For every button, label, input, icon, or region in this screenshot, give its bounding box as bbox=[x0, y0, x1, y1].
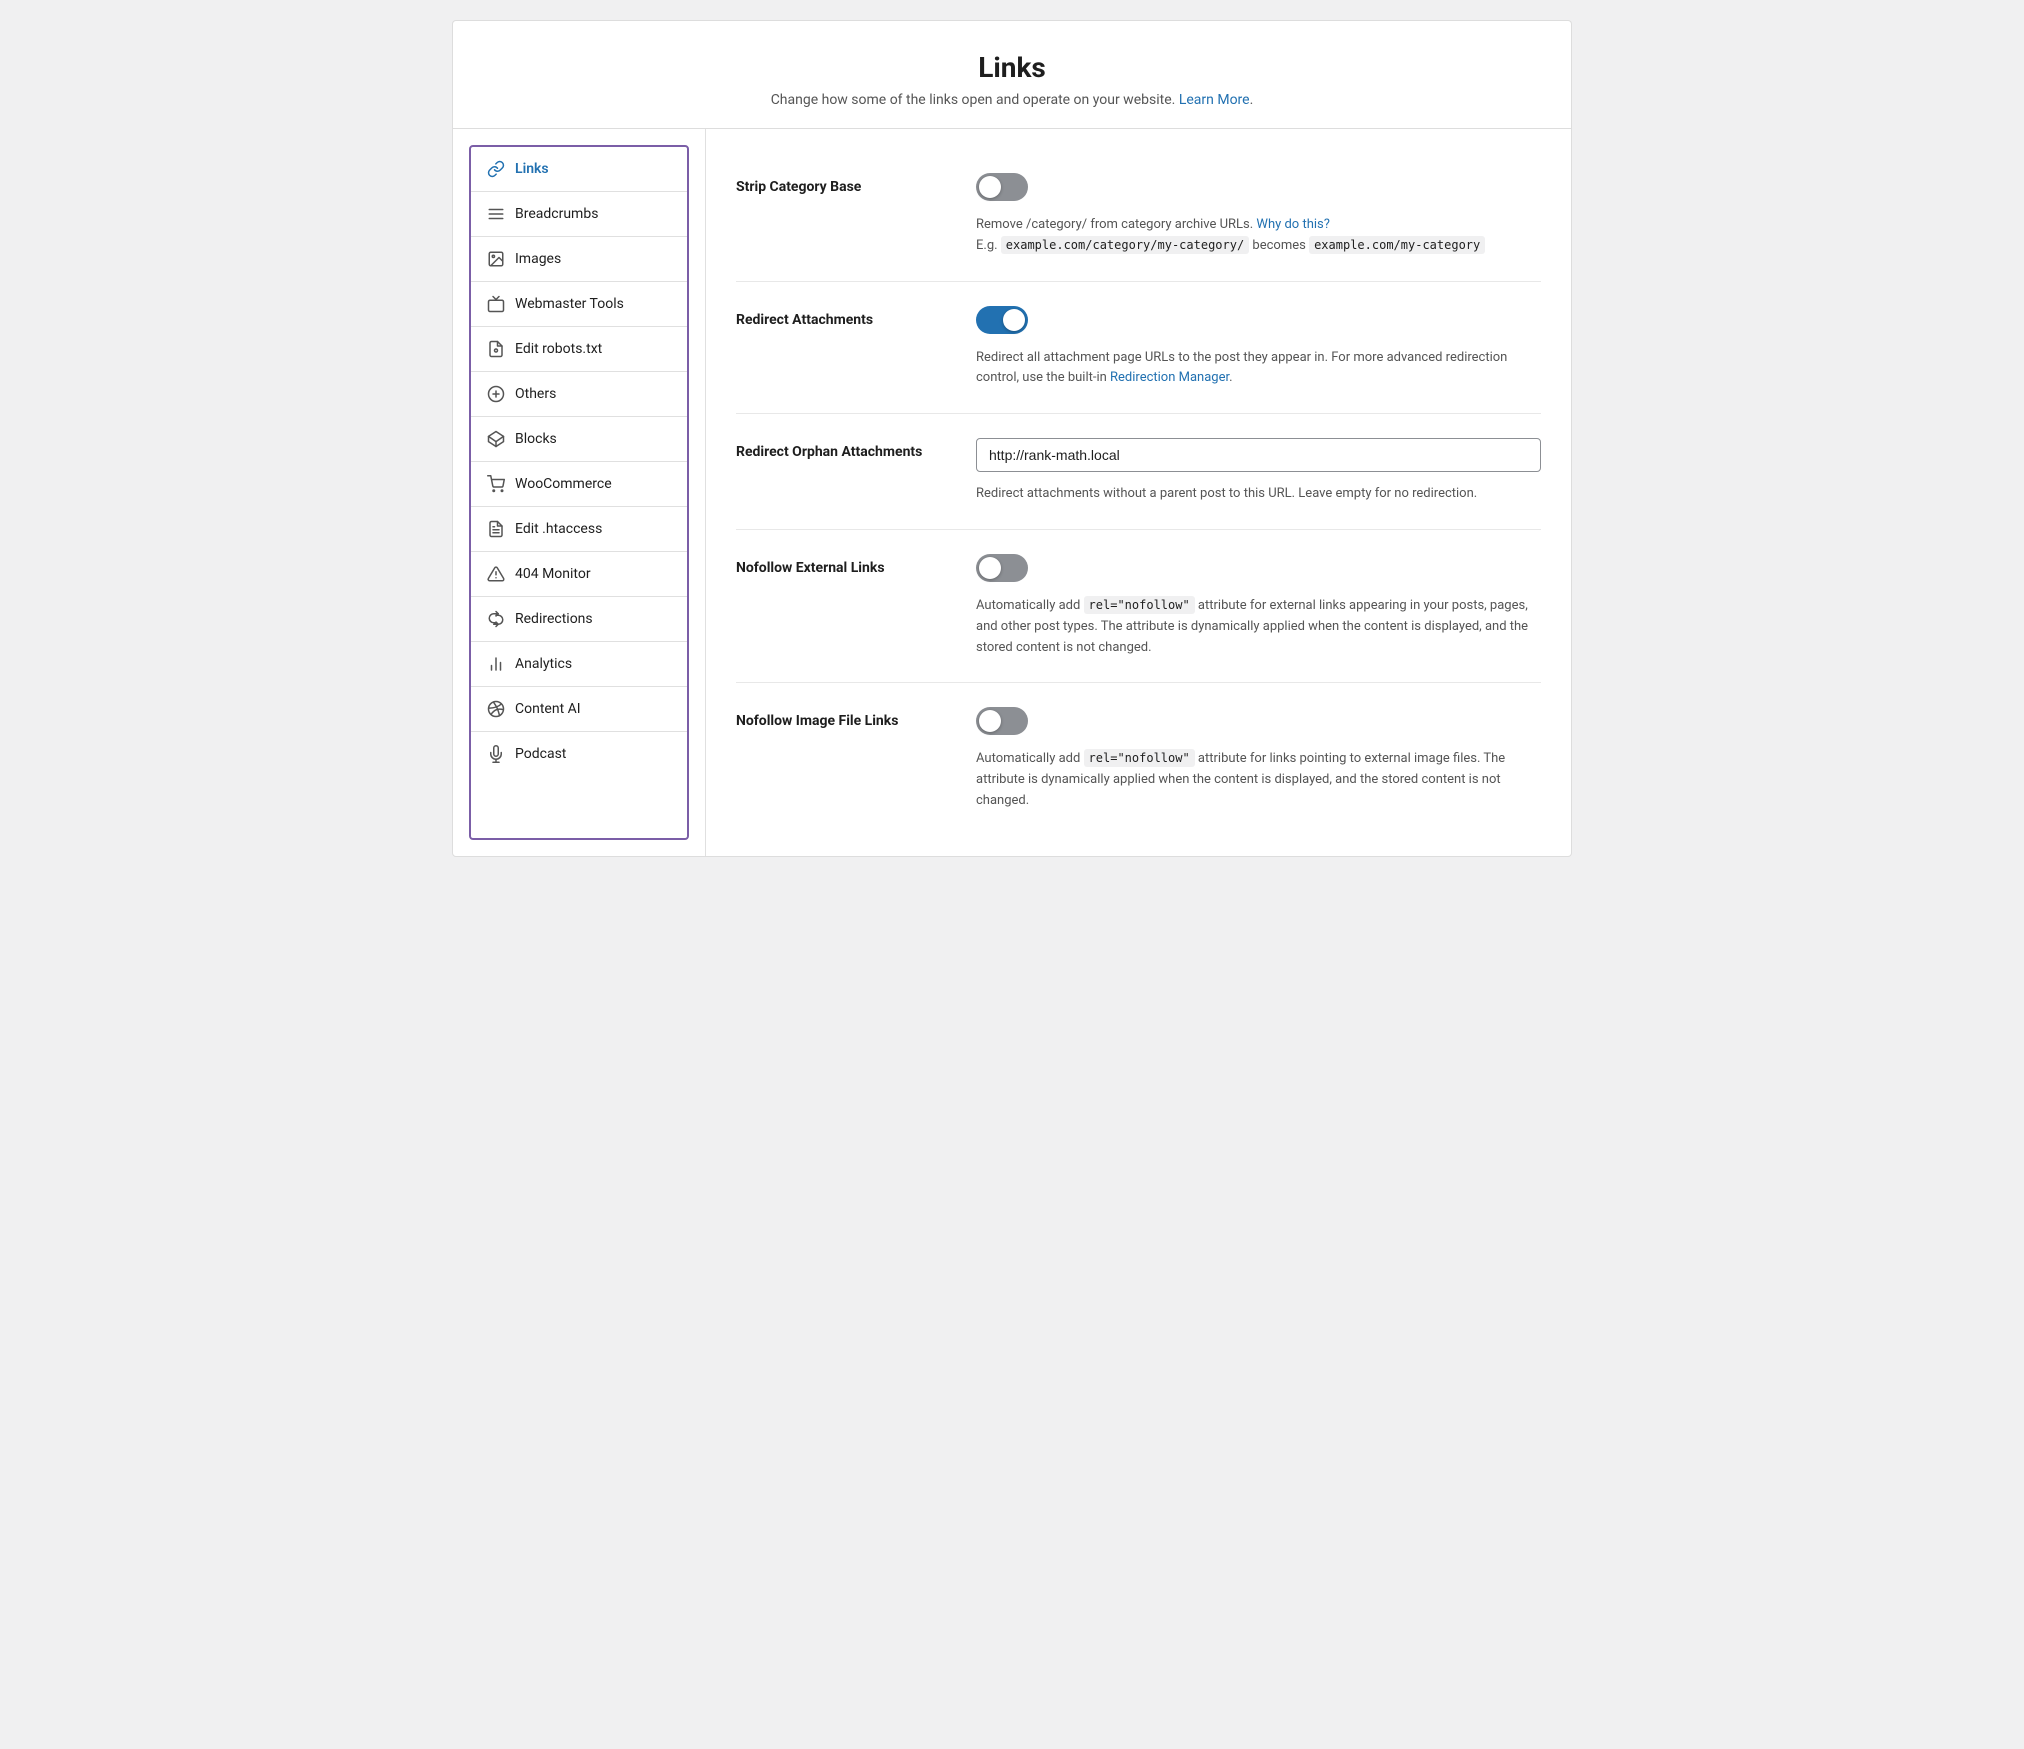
links-icon bbox=[487, 160, 505, 178]
toggle-redirect-attachments-wrapper bbox=[976, 306, 1028, 334]
toggle-strip-category[interactable] bbox=[976, 173, 1028, 201]
page-title: Links bbox=[473, 51, 1551, 84]
woo-icon bbox=[487, 475, 505, 493]
sidebar-label-images: Images bbox=[515, 251, 561, 267]
breadcrumbs-icon bbox=[487, 205, 505, 223]
redirect-orphan-input[interactable] bbox=[976, 438, 1541, 472]
sidebar-item-analytics[interactable]: Analytics bbox=[471, 642, 687, 687]
toggle-strip-category-wrapper bbox=[976, 173, 1028, 201]
sidebar-item-content-ai[interactable]: Content AI bbox=[471, 687, 687, 732]
sidebar-item-images[interactable]: Images bbox=[471, 237, 687, 282]
sidebar-label-blocks: Blocks bbox=[515, 431, 557, 447]
redirect-orphan-desc: Redirect attachments without a parent po… bbox=[976, 484, 1541, 505]
toggle-track-on bbox=[976, 306, 1028, 334]
podcast-icon bbox=[487, 745, 505, 763]
sidebar-item-breadcrumbs[interactable]: Breadcrumbs bbox=[471, 192, 687, 237]
why-do-this-link[interactable]: Why do this? bbox=[1256, 217, 1329, 232]
toggle-thumb bbox=[979, 176, 1001, 198]
sidebar-label-breadcrumbs: Breadcrumbs bbox=[515, 206, 598, 222]
toggle-thumb bbox=[1003, 309, 1025, 331]
sidebar-item-redirections[interactable]: Redirections bbox=[471, 597, 687, 642]
main-content: Strip Category Base Remove /category/ fr… bbox=[705, 129, 1571, 856]
images-icon bbox=[487, 250, 505, 268]
page-subtitle: Change how some of the links open and op… bbox=[473, 92, 1551, 108]
sidebar-label-webmaster: Webmaster Tools bbox=[515, 296, 624, 312]
nofollow-image-desc: Automatically add rel="nofollow" attribu… bbox=[976, 749, 1541, 811]
toggle-nofollow-external[interactable] bbox=[976, 554, 1028, 582]
sidebar-label-podcast: Podcast bbox=[515, 746, 566, 762]
content-ai-icon bbox=[487, 700, 505, 718]
toggle-thumb bbox=[979, 710, 1001, 732]
toggle-thumb bbox=[979, 557, 1001, 579]
sidebar-label-404: 404 Monitor bbox=[515, 566, 591, 582]
toggle-track bbox=[976, 173, 1028, 201]
sidebar: Links Breadcrumbs bbox=[469, 145, 689, 840]
blocks-icon bbox=[487, 430, 505, 448]
setting-control-redirect-attachments: Redirect all attachment page URLs to the… bbox=[976, 306, 1541, 390]
strip-category-desc: Remove /category/ from category archive … bbox=[976, 215, 1541, 257]
redirection-manager-link[interactable]: Redirection Manager bbox=[1110, 370, 1229, 385]
sidebar-label-robots: Edit robots.txt bbox=[515, 341, 602, 357]
setting-label-nofollow-external: Nofollow External Links bbox=[736, 554, 936, 658]
page-wrapper: Links Change how some of the links open … bbox=[432, 0, 1592, 877]
content-area: Links Breadcrumbs bbox=[452, 128, 1572, 857]
toggle-redirect-attachments[interactable] bbox=[976, 306, 1028, 334]
setting-control-strip-category: Remove /category/ from category archive … bbox=[976, 173, 1541, 257]
setting-nofollow-external: Nofollow External Links Automatically ad… bbox=[736, 530, 1541, 683]
setting-redirect-attachments: Redirect Attachments Redirect all attach… bbox=[736, 282, 1541, 415]
toggle-nofollow-external-wrapper bbox=[976, 554, 1028, 582]
others-icon bbox=[487, 385, 505, 403]
sidebar-item-404[interactable]: 404 Monitor bbox=[471, 552, 687, 597]
sidebar-label-links: Links bbox=[515, 161, 549, 177]
sidebar-item-podcast[interactable]: Podcast bbox=[471, 732, 687, 776]
htaccess-icon bbox=[487, 520, 505, 538]
nofollow-external-desc: Automatically add rel="nofollow" attribu… bbox=[976, 596, 1541, 658]
setting-control-redirect-orphan: Redirect attachments without a parent po… bbox=[976, 438, 1541, 505]
setting-nofollow-image: Nofollow Image File Links Automatically … bbox=[736, 683, 1541, 835]
sidebar-item-webmaster-tools[interactable]: Webmaster Tools bbox=[471, 282, 687, 327]
setting-strip-category-base: Strip Category Base Remove /category/ fr… bbox=[736, 149, 1541, 282]
robots-icon bbox=[487, 340, 505, 358]
learn-more-link[interactable]: Learn More bbox=[1179, 92, 1250, 108]
setting-label-strip-category: Strip Category Base bbox=[736, 173, 936, 257]
setting-control-nofollow-image: Automatically add rel="nofollow" attribu… bbox=[976, 707, 1541, 811]
webmaster-icon bbox=[487, 295, 505, 313]
redirect-attachments-desc: Redirect all attachment page URLs to the… bbox=[976, 348, 1541, 390]
toggle-nofollow-image-wrapper bbox=[976, 707, 1028, 735]
setting-label-redirect-attachments: Redirect Attachments bbox=[736, 306, 936, 390]
redirections-icon bbox=[487, 610, 505, 628]
toggle-nofollow-image[interactable] bbox=[976, 707, 1028, 735]
sidebar-item-robots[interactable]: Edit robots.txt bbox=[471, 327, 687, 372]
sidebar-item-links[interactable]: Links bbox=[471, 147, 687, 192]
setting-label-redirect-orphan: Redirect Orphan Attachments bbox=[736, 438, 936, 505]
sidebar-label-htaccess: Edit .htaccess bbox=[515, 521, 602, 537]
sidebar-item-woocommerce[interactable]: WooCommerce bbox=[471, 462, 687, 507]
sidebar-item-htaccess[interactable]: Edit .htaccess bbox=[471, 507, 687, 552]
setting-redirect-orphan: Redirect Orphan Attachments Redirect att… bbox=[736, 414, 1541, 530]
page-header: Links Change how some of the links open … bbox=[452, 20, 1572, 128]
toggle-track bbox=[976, 707, 1028, 735]
setting-control-nofollow-external: Automatically add rel="nofollow" attribu… bbox=[976, 554, 1541, 658]
sidebar-label-woocommerce: WooCommerce bbox=[515, 476, 612, 492]
sidebar-label-others: Others bbox=[515, 386, 556, 402]
monitor-icon bbox=[487, 565, 505, 583]
sidebar-label-content-ai: Content AI bbox=[515, 701, 581, 717]
sidebar-item-others[interactable]: Others bbox=[471, 372, 687, 417]
sidebar-item-blocks[interactable]: Blocks bbox=[471, 417, 687, 462]
setting-label-nofollow-image: Nofollow Image File Links bbox=[736, 707, 936, 811]
toggle-track bbox=[976, 554, 1028, 582]
sidebar-label-analytics: Analytics bbox=[515, 656, 572, 672]
analytics-icon bbox=[487, 655, 505, 673]
sidebar-label-redirections: Redirections bbox=[515, 611, 593, 627]
